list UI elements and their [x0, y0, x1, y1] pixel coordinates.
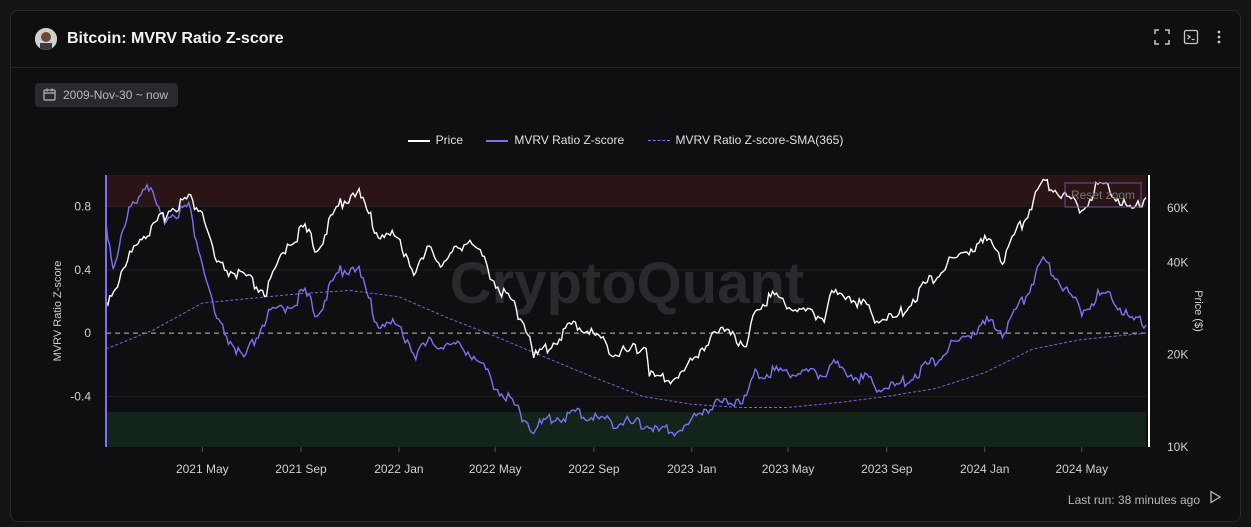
x-tick-label: 2022 Jan [374, 462, 423, 476]
x-tick-label: 2022 Sep [568, 462, 620, 476]
x-tick-label: 2023 May [762, 462, 815, 476]
last-run-status: Last run: 38 minutes ago [1067, 493, 1200, 507]
x-tick-label: 2023 Sep [861, 462, 913, 476]
y-left-tick-label: 0.8 [74, 200, 91, 214]
y-right-tick-label: 20K [1167, 348, 1188, 362]
y-right-tick-label: 10K [1167, 440, 1188, 454]
y-left-tick-label: -0.4 [70, 389, 91, 403]
x-tick-label: 2024 Jan [960, 462, 1009, 476]
chart-svg: CryptoQuant 0.8 0.4 0 -0.4 60K 40K 20K 10K MVRV … [52, 175, 1204, 476]
x-tick-label: 2021 Sep [275, 462, 327, 476]
y-left-tick-label: 0 [84, 326, 91, 340]
y-left-tick-label: 0.4 [74, 263, 91, 277]
y-left-axis-title: MVRV Ratio Z-score [52, 261, 64, 362]
y-right-tick-label: 40K [1167, 255, 1188, 269]
chart-card: Bitcoin: MVRV Ratio Z-score 2009-Nov-30 … [10, 10, 1241, 522]
x-tick-label: 2024 May [1055, 462, 1108, 476]
reset-zoom-label: Reset zoom [1071, 188, 1135, 202]
y-right-axis-title: Price ($) [1192, 290, 1204, 332]
y-right-tick-label: 60K [1167, 201, 1188, 215]
play-icon[interactable] [1208, 490, 1222, 509]
watermark: CryptoQuant [450, 251, 804, 316]
upper-band [106, 175, 1146, 207]
x-tick-label: 2022 May [469, 462, 522, 476]
x-tick-label: 2023 Jan [667, 462, 716, 476]
x-tick-label: 2021 May [176, 462, 229, 476]
